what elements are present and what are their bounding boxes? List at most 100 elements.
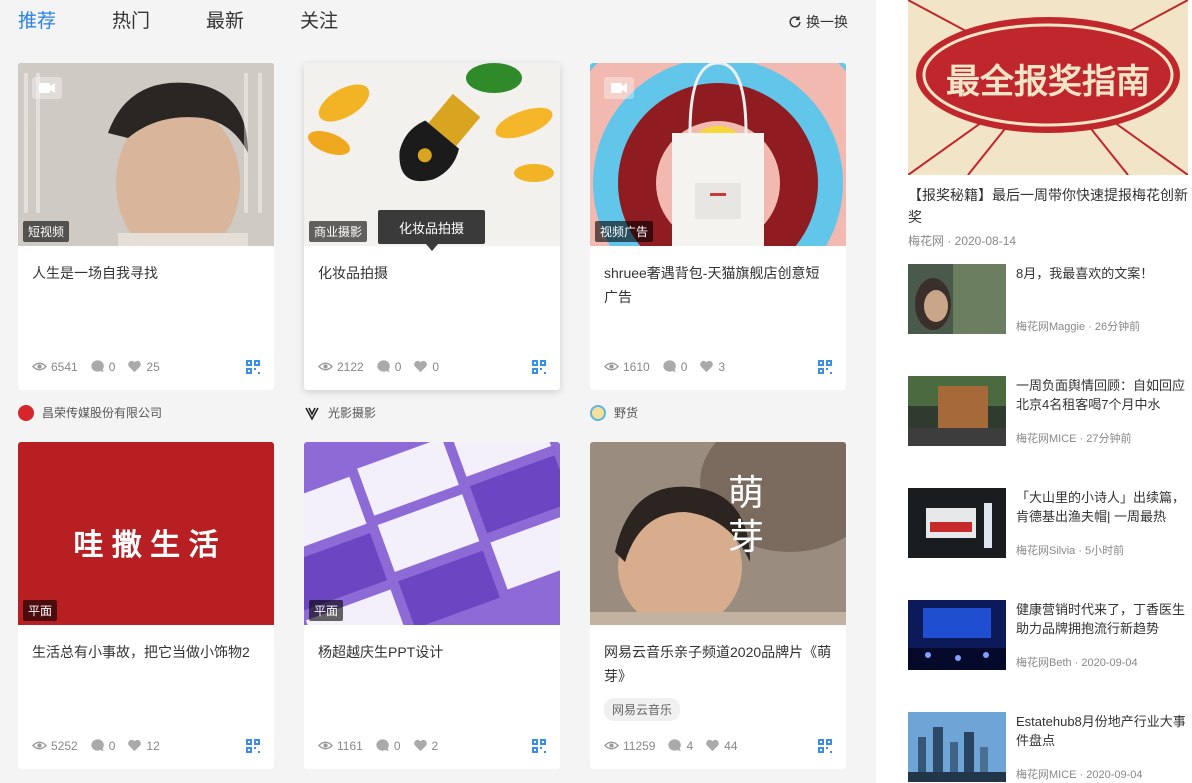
- card-stats: 5252 0 12: [32, 738, 172, 753]
- article-meta: 梅花网Silvia · 5小时前: [1016, 545, 1125, 557]
- eye-icon: [318, 362, 333, 371]
- comment-icon[interactable]: [90, 738, 105, 753]
- author-logo: [18, 404, 34, 421]
- article-thumbnail[interactable]: [908, 264, 1006, 334]
- eye-icon: [318, 741, 333, 750]
- comment-count: 0: [108, 738, 116, 753]
- feed-tabs: 推荐 热门 最新 关注: [18, 8, 394, 36]
- card-tag[interactable]: 网易云音乐: [604, 698, 681, 721]
- title-tooltip: 化妆品拍摄: [378, 210, 485, 251]
- refresh-button[interactable]: 换一换: [788, 12, 848, 32]
- card-title[interactable]: shruee奢遇背包-天猫旗舰店创意短广告: [604, 261, 832, 309]
- article-meta: 梅花网MICE · 27分钟前: [1016, 433, 1132, 445]
- heart-icon[interactable]: [127, 359, 142, 374]
- article-title[interactable]: 「大山里的小诗人」出续篇，肯德基出渔夫帽| 一周最热: [1016, 488, 1190, 526]
- heart-icon[interactable]: [413, 738, 428, 753]
- card-title[interactable]: 网易云音乐亲子频道2020品牌片《萌芽》: [604, 640, 832, 688]
- eye-icon: [32, 362, 47, 371]
- card-thumbnail[interactable]: 短视频: [18, 63, 274, 246]
- work-card[interactable]: 短视频 人生是一场自我寻找 6541 0 25: [18, 63, 274, 390]
- view-count: 11259: [623, 738, 656, 753]
- comment-icon[interactable]: [375, 738, 390, 753]
- comment-icon[interactable]: [376, 359, 391, 374]
- article-image: [908, 488, 1006, 558]
- card-thumbnail[interactable]: 萌芽: [590, 442, 846, 625]
- like-count: 25: [146, 359, 160, 374]
- eye-icon: [604, 362, 619, 371]
- like-count: 0: [432, 359, 440, 374]
- sidebar-article[interactable]: 一周负面舆情回顾：自如回应北京4名租客喝7个月中水 梅花网MICE · 27分钟…: [908, 376, 1190, 446]
- article-thumbnail[interactable]: [908, 712, 1006, 782]
- comment-count: 0: [680, 359, 688, 374]
- refresh-label: 换一换: [806, 14, 848, 30]
- heart-icon[interactable]: [699, 359, 714, 374]
- view-count: 1161: [337, 738, 363, 753]
- card-title[interactable]: 人生是一场自我寻找: [32, 261, 260, 285]
- author-name: 光影摄影: [328, 406, 377, 420]
- article-title[interactable]: 健康营销时代来了，丁香医生助力品牌拥抱流行新趋势: [1016, 600, 1190, 638]
- author-link[interactable]: 野货: [590, 404, 638, 421]
- card-title[interactable]: 化妆品拍摄: [318, 261, 546, 285]
- card-title[interactable]: 杨超越庆生PPT设计: [318, 640, 546, 664]
- comment-count: 0: [394, 359, 402, 374]
- tab-following[interactable]: 关注: [300, 8, 338, 36]
- comment-icon[interactable]: [667, 738, 682, 753]
- work-card[interactable]: 视频广告 shruee奢遇背包-天猫旗舰店创意短广告 1610 0 3: [590, 63, 846, 390]
- card-stats: 11259 4 44: [604, 738, 750, 753]
- article-image: [908, 376, 1006, 446]
- eye-icon: [32, 741, 47, 750]
- tab-recommended[interactable]: 推荐: [18, 8, 56, 36]
- comment-icon[interactable]: [90, 359, 105, 374]
- qrcode-icon[interactable]: [246, 739, 260, 753]
- work-card[interactable]: 平面 杨超越庆生PPT设计 1161 0 2: [304, 442, 560, 769]
- work-card[interactable]: 哇 撒 生 活 平面 生活总有小事故，把它当做小饰物2 5252 0 12: [18, 442, 274, 769]
- category-tag: 商业摄影: [309, 221, 368, 242]
- article-thumbnail[interactable]: [908, 488, 1006, 558]
- author-link[interactable]: 昌荣传媒股份有限公司: [18, 404, 162, 421]
- category-tag: 短视频: [23, 221, 70, 242]
- promo-banner[interactable]: 最全报奖指南: [908, 0, 1188, 175]
- main-feed: 推荐 热门 最新 关注 换一换 短视频 人生是一场自我寻找 6541 0 25 …: [0, 0, 876, 783]
- banner-title[interactable]: 【报奖秘籍】最后一周带你快速提报梅花创新奖: [908, 184, 1190, 228]
- card-thumbnail[interactable]: 平面: [304, 442, 560, 625]
- tab-latest[interactable]: 最新: [206, 8, 244, 36]
- qrcode-icon[interactable]: [532, 739, 546, 753]
- card-stats: 6541 0 25: [32, 359, 172, 374]
- qrcode-icon[interactable]: [818, 360, 832, 374]
- view-count: 2122: [337, 359, 364, 374]
- category-tag: 平面: [23, 600, 58, 621]
- sidebar-article[interactable]: 「大山里的小诗人」出续篇，肯德基出渔夫帽| 一周最热 梅花网Silvia · 5…: [908, 488, 1190, 558]
- sidebar-article[interactable]: Estatehub8月份地产行业大事件盘点 梅花网MICE · 2020-09-…: [908, 712, 1190, 782]
- heart-icon[interactable]: [705, 738, 720, 753]
- work-card[interactable]: 萌芽 网易云音乐亲子频道2020品牌片《萌芽》 网易云音乐 11259 4 44: [590, 442, 846, 769]
- qrcode-icon[interactable]: [532, 360, 546, 374]
- tab-hot[interactable]: 热门: [112, 8, 150, 36]
- sidebar-article[interactable]: 8月，我最喜欢的文案！ 梅花网Maggie · 26分钟前: [908, 264, 1190, 334]
- author-logo: [590, 404, 606, 421]
- video-icon: [604, 77, 634, 99]
- comment-icon[interactable]: [662, 359, 677, 374]
- mother-child-image: [590, 442, 846, 625]
- heart-icon[interactable]: [413, 359, 428, 374]
- heart-icon[interactable]: [127, 738, 142, 753]
- article-image: [908, 712, 1006, 782]
- like-count: 3: [718, 359, 726, 374]
- article-image: [908, 600, 1006, 670]
- comment-count: 0: [393, 738, 401, 753]
- qrcode-icon[interactable]: [818, 739, 832, 753]
- article-thumbnail[interactable]: [908, 600, 1006, 670]
- article-title[interactable]: 一周负面舆情回顾：自如回应北京4名租客喝7个月中水: [1016, 376, 1190, 414]
- video-icon: [32, 77, 62, 99]
- card-thumbnail[interactable]: 视频广告: [590, 63, 846, 246]
- article-title[interactable]: Estatehub8月份地产行业大事件盘点: [1016, 712, 1190, 750]
- article-title[interactable]: 8月，我最喜欢的文案！: [1016, 264, 1190, 283]
- card-thumbnail[interactable]: 哇 撒 生 活 平面: [18, 442, 274, 625]
- author-link[interactable]: 光影摄影: [304, 404, 376, 421]
- card-title[interactable]: 生活总有小事故，把它当做小饰物2: [32, 640, 260, 664]
- qrcode-icon[interactable]: [246, 360, 260, 374]
- sidebar-article[interactable]: 健康营销时代来了，丁香医生助力品牌拥抱流行新趋势 梅花网Beth · 2020-…: [908, 600, 1190, 670]
- article-thumbnail[interactable]: [908, 376, 1006, 446]
- category-tag: 平面: [309, 600, 344, 621]
- article-meta: 梅花网Maggie · 26分钟前: [1016, 321, 1141, 333]
- sidebar: 最全报奖指南 【报奖秘籍】最后一周带你快速提报梅花创新奖 梅花网 · 2020-…: [876, 0, 1192, 783]
